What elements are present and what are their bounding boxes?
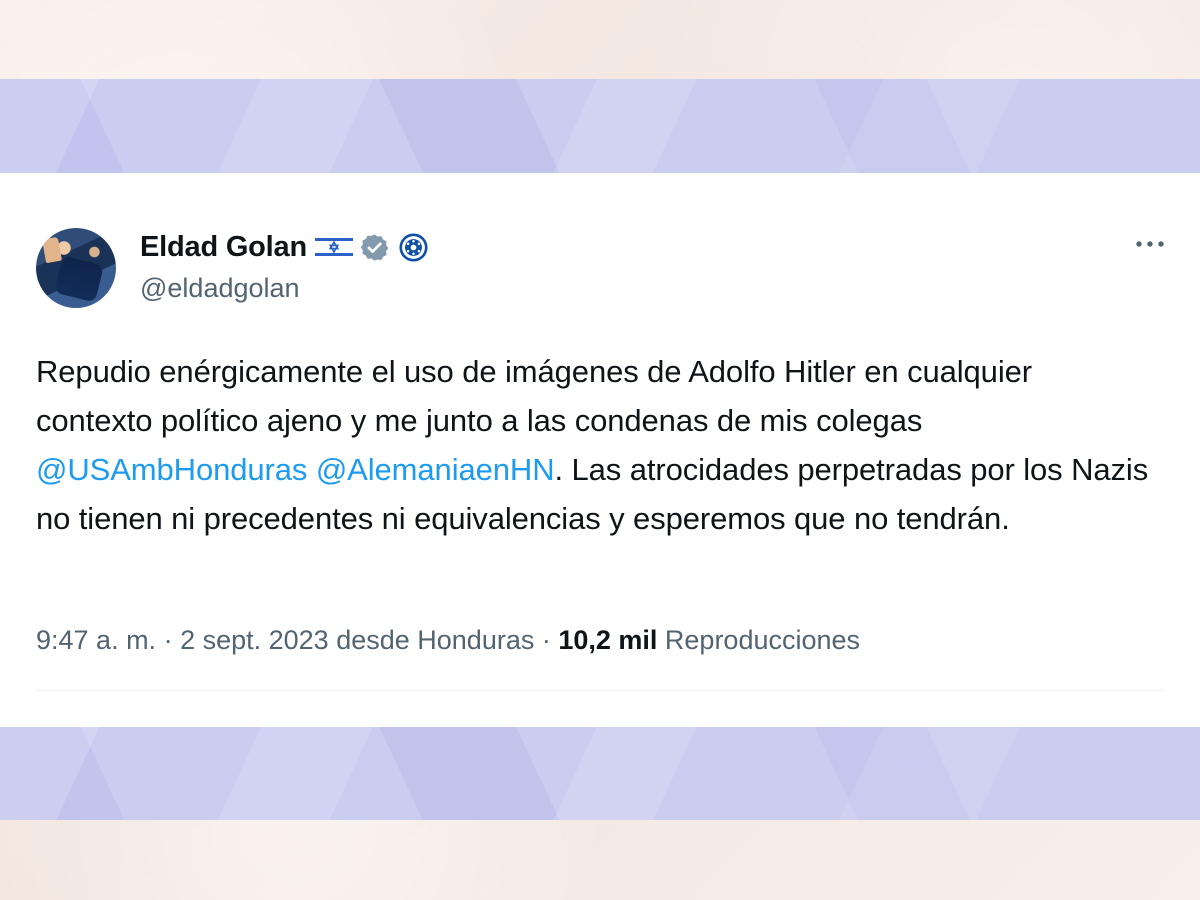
tweet-text-space	[307, 452, 316, 487]
author-handle[interactable]: @eldadgolan	[140, 272, 300, 304]
verified-badge-icon	[359, 232, 390, 263]
author-display-name[interactable]: Eldad Golan	[140, 229, 307, 265]
mention-usambhonduras[interactable]: @USAmbHonduras	[36, 452, 307, 487]
mention-alemaniaenhn[interactable]: @AlemaniaenHN	[316, 452, 555, 487]
avatar[interactable]	[36, 228, 116, 308]
meta-separator-1: ·	[156, 625, 181, 655]
tweet-date[interactable]: 2 sept. 2023	[180, 625, 329, 655]
meta-separator-2: ·	[534, 625, 559, 655]
top-decorative-band	[0, 79, 1200, 173]
tweet-location: desde Honduras	[328, 625, 535, 655]
government-badge-icon	[398, 232, 429, 263]
tweet-text: Repudio enérgicamente el uso de imágenes…	[36, 347, 1156, 543]
more-options-button[interactable]	[1130, 228, 1170, 264]
tweet-text-part-1: Repudio enérgicamente el uso de imágenes…	[36, 354, 1032, 438]
tweet-time[interactable]: 9:47 a. m.	[36, 625, 156, 655]
views-label: Reproducciones	[657, 625, 861, 655]
bottom-decorative-band	[0, 727, 1200, 820]
more-options-icon	[1134, 237, 1166, 255]
tweet-metadata: 9:47 a. m. · 2 sept. 2023 desde Honduras…	[36, 621, 1166, 659]
israel-flag-icon	[315, 235, 353, 259]
tweet-divider	[36, 690, 1166, 691]
views-count: 10,2 mil	[558, 625, 658, 655]
author-name-row: Eldad Golan	[140, 229, 429, 265]
